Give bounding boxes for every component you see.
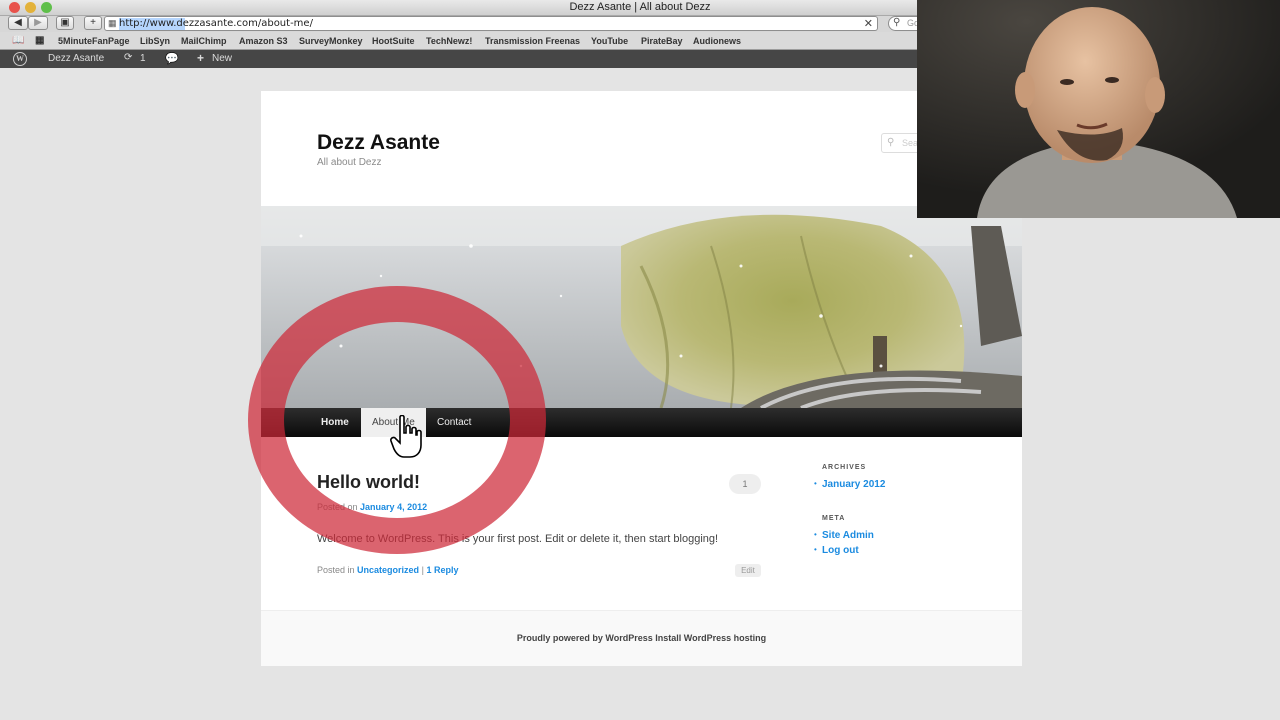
edit-post-button[interactable]: Edit — [735, 564, 761, 577]
bookmark-amazon-s3[interactable]: Amazon S3 — [239, 36, 288, 46]
site-footer: Proudly powered by WordPress Install Wor… — [261, 610, 1022, 666]
bookmark-youtube[interactable]: YouTube — [591, 36, 628, 46]
footer-credits[interactable]: Proudly powered by WordPress Install Wor… — [261, 633, 1022, 643]
comment-count-bubble[interactable]: 1 — [729, 474, 761, 494]
top-sites-icon[interactable]: ▦ — [35, 35, 44, 46]
site-icon: ▦ — [108, 18, 117, 28]
bookmark-mailchimp[interactable]: MailChimp — [181, 36, 227, 46]
bookmark-transmission-freenas[interactable]: Transmission Freenas — [485, 36, 580, 46]
screenshot-button[interactable]: ▣ — [56, 16, 74, 30]
meta-separator: | — [421, 565, 424, 575]
archives-bullet: • — [814, 479, 817, 488]
hand-pointer-cursor — [390, 415, 422, 458]
address-bar[interactable]: ▦ http://www.dezzasante.com/about-me/ ✕ — [104, 16, 878, 31]
updates-count[interactable]: 1 — [140, 53, 146, 64]
site-title[interactable]: Dezz Asante — [317, 131, 440, 155]
stop-loading-icon[interactable]: ✕ — [864, 17, 873, 30]
archives-widget-title: ARCHIVES — [822, 464, 867, 471]
admin-site-name[interactable]: Dezz Asante — [48, 53, 104, 64]
bookmark-5minutefanpage[interactable]: 5MinuteFanPage — [58, 36, 130, 46]
bookmark-libsyn[interactable]: LibSyn — [140, 36, 170, 46]
post-meta: Posted in Uncategorized | 1 Reply — [317, 565, 458, 575]
meta-bullet: • — [814, 530, 817, 539]
add-bookmark-button[interactable]: + — [84, 16, 102, 30]
site-description: All about Dezz — [317, 157, 382, 168]
new-content-link[interactable]: New — [212, 53, 232, 64]
url-text: http://www.dezzasante.com/about-me/ — [119, 18, 313, 29]
new-plus-icon[interactable]: + — [197, 51, 204, 65]
reading-list-icon[interactable]: 📖 — [12, 35, 24, 46]
back-button[interactable]: ◀ — [8, 16, 28, 30]
meta-bullet: • — [814, 545, 817, 554]
bookmark-technewz[interactable]: TechNewz! — [426, 36, 472, 46]
posted-in-label: Posted in — [317, 565, 355, 575]
meta-widget-title: META — [822, 515, 846, 522]
search-icon: ⚲ — [887, 137, 895, 148]
bookmark-surveymonkey[interactable]: SurveyMonkey — [299, 36, 363, 46]
webcam-overlay — [917, 0, 1280, 218]
wordpress-logo-icon[interactable]: W — [13, 52, 27, 66]
updates-icon[interactable]: ⟳ — [124, 52, 132, 63]
log-out-link[interactable]: Log out — [822, 545, 859, 556]
category-link[interactable]: Uncategorized — [357, 565, 419, 575]
search-icon: ⚲ — [893, 17, 901, 28]
archive-january-2012[interactable]: January 2012 — [822, 479, 885, 490]
forward-button[interactable]: ▶ — [28, 16, 48, 30]
bookmark-hootsuite[interactable]: HootSuite — [372, 36, 415, 46]
bookmark-piratebay[interactable]: PirateBay — [641, 36, 683, 46]
bookmark-audionews[interactable]: Audionews — [693, 36, 741, 46]
reply-link[interactable]: 1 Reply — [426, 565, 458, 575]
site-admin-link[interactable]: Site Admin — [822, 530, 874, 541]
comments-icon[interactable]: 💬 — [165, 52, 179, 65]
